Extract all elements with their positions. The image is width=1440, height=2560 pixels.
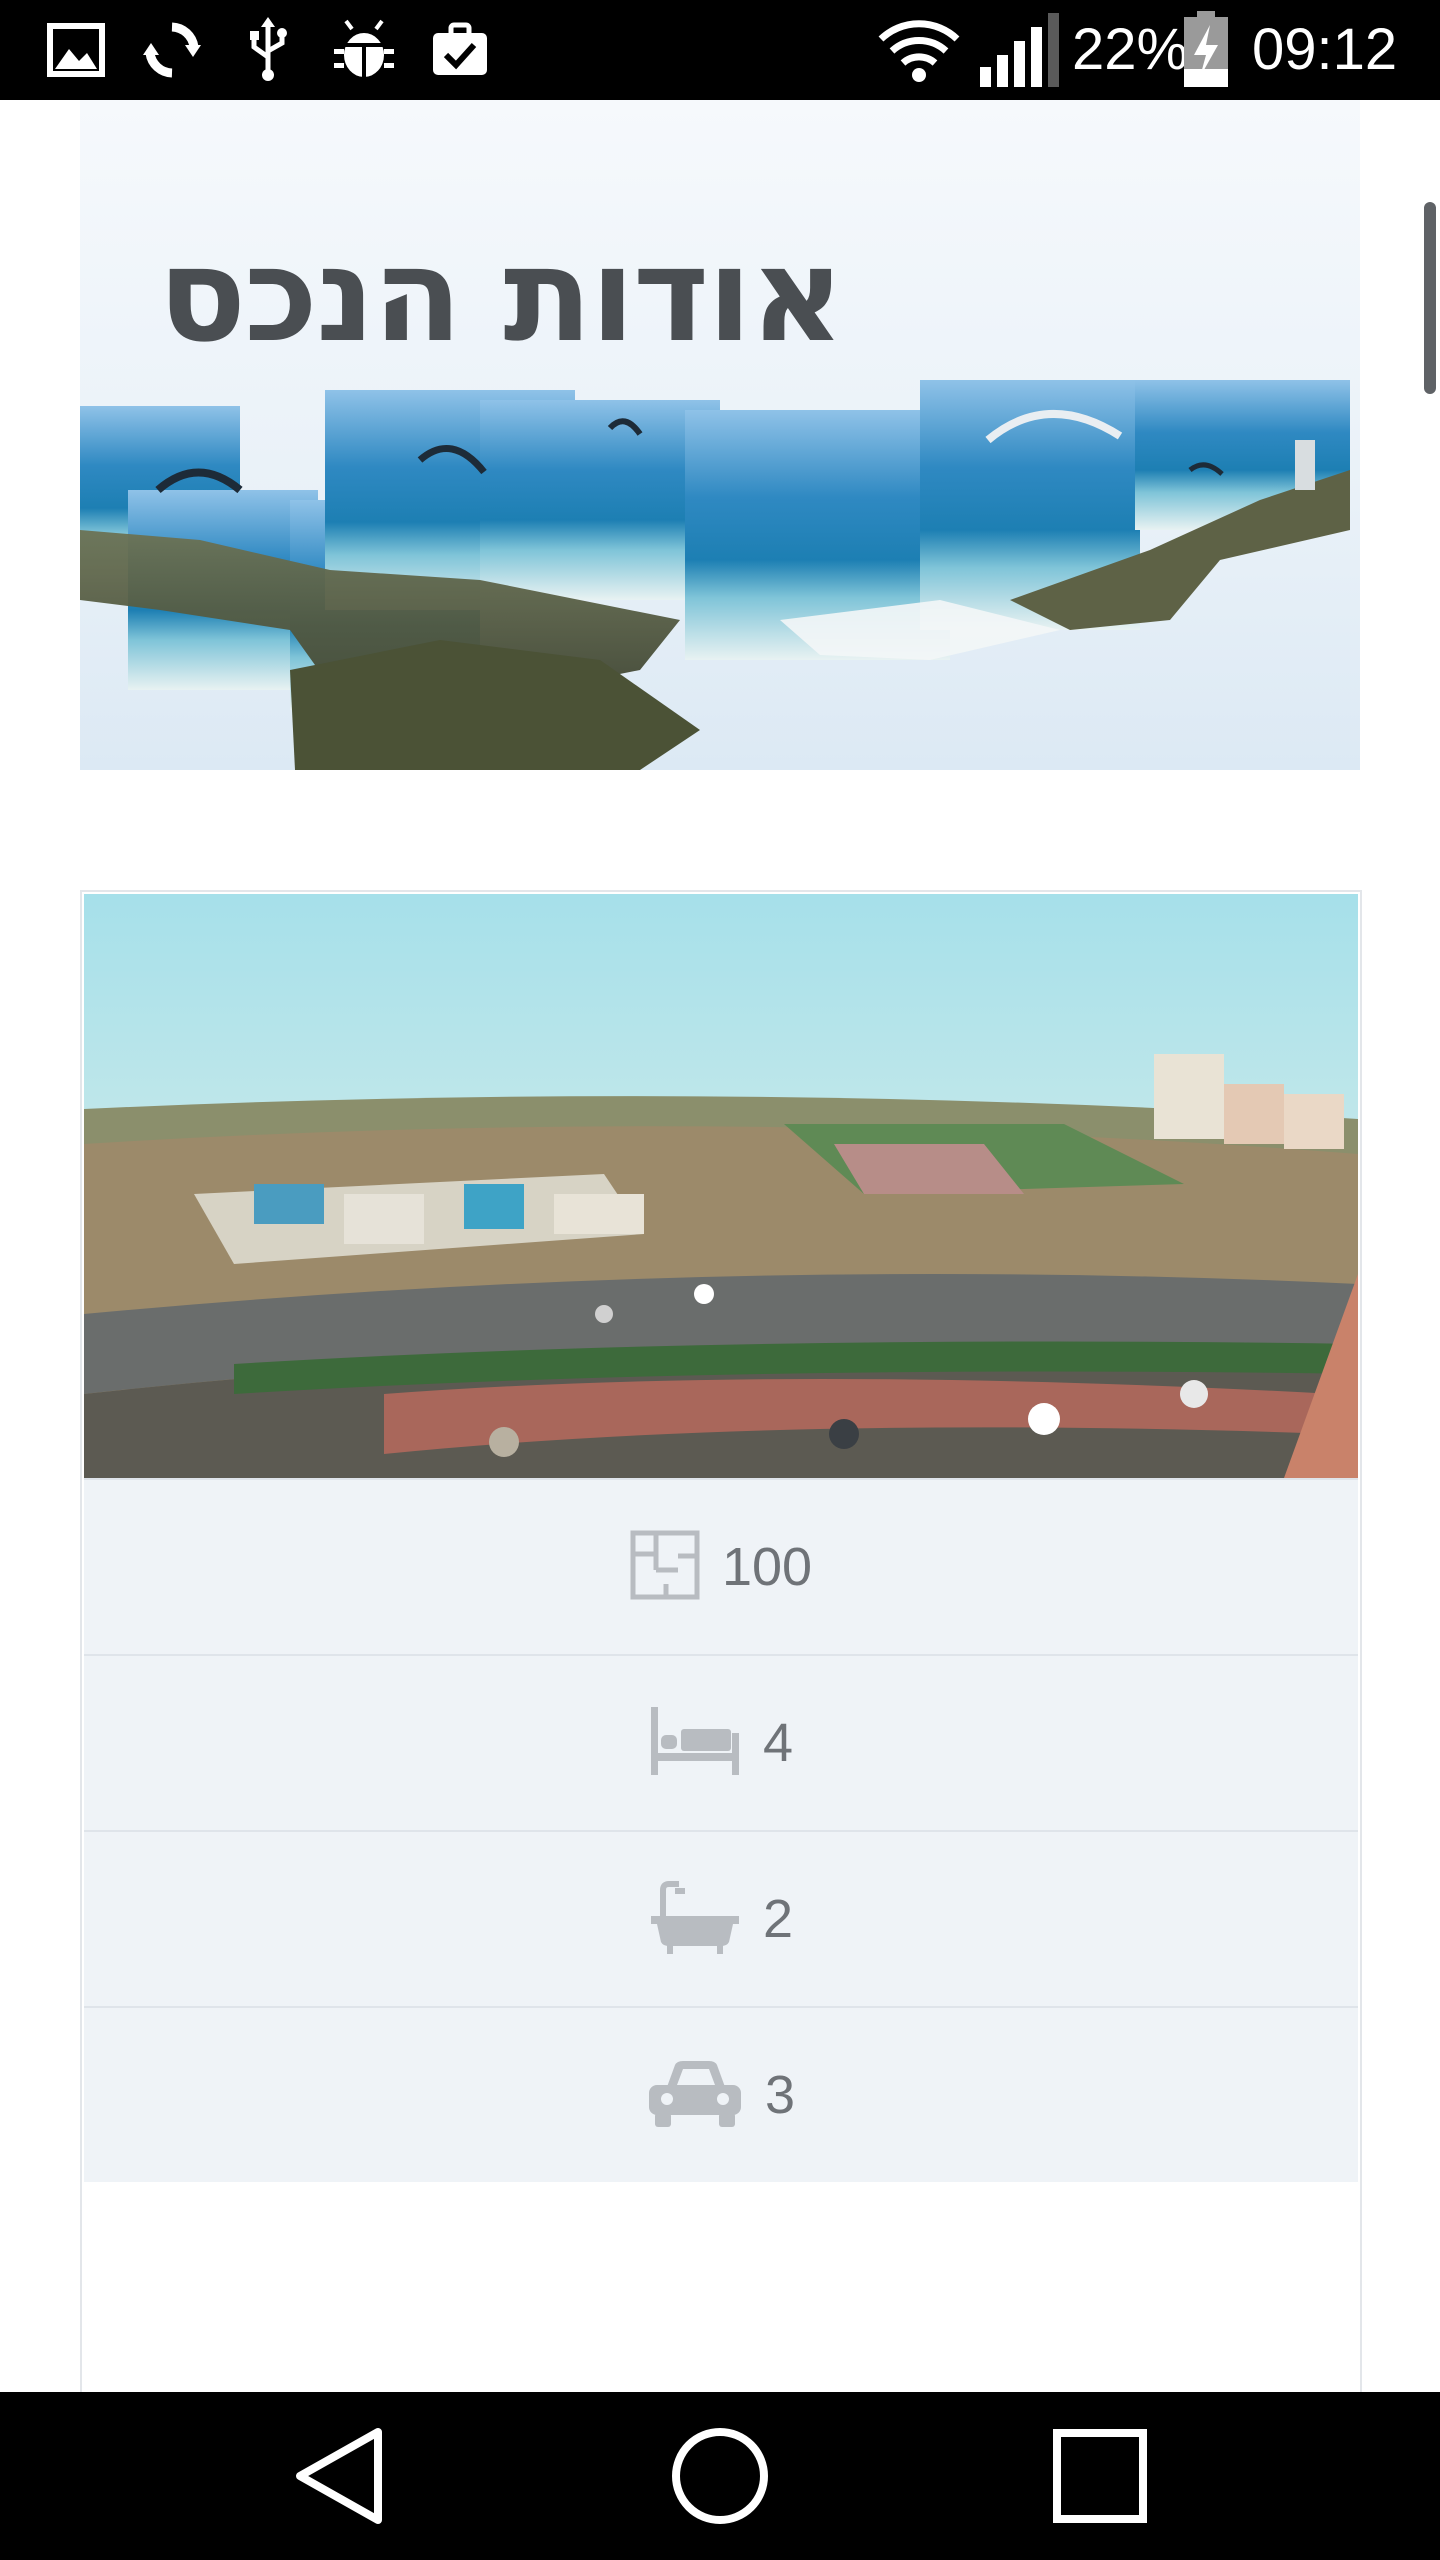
clock: 09:12 <box>1252 17 1398 82</box>
feature-bathrooms-row: 2 <box>84 1830 1358 2006</box>
feature-parking-row: 3 <box>84 2006 1358 2182</box>
page-title: אודות הנכס <box>158 219 845 371</box>
recents-icon[interactable] <box>1050 2426 1150 2526</box>
floor-plan-icon <box>630 1530 700 1605</box>
sync-icon <box>136 14 208 86</box>
battery-charging-icon <box>1176 11 1236 87</box>
bedrooms-value: 4 <box>762 1713 794 1773</box>
bed-icon <box>649 1705 741 1782</box>
feature-area-row: 100 <box>84 1478 1358 1654</box>
signal-icon <box>974 13 1064 87</box>
beach-collage-image <box>80 380 1350 770</box>
parking-value: 3 <box>764 2065 796 2125</box>
android-debug-icon <box>328 14 400 86</box>
home-icon[interactable] <box>670 2426 770 2526</box>
scrollbar-thumb[interactable] <box>1424 202 1436 394</box>
usb-icon <box>232 14 304 86</box>
battery-percent: 22% <box>1072 17 1189 82</box>
feature-bedrooms-row: 4 <box>84 1654 1358 1830</box>
property-card: 100 4 2 3 <box>80 890 1362 2392</box>
hero-banner: אודות הנכס <box>80 100 1360 770</box>
page-content[interactable]: אודות הנכס 100 4 2 3 <box>0 100 1440 2392</box>
car-icon <box>647 2057 743 2134</box>
clipboard-check-icon <box>424 14 496 86</box>
status-bar: 22% 09:12 <box>0 0 1440 100</box>
bathtub-icon <box>649 1880 741 1959</box>
back-icon[interactable] <box>290 2426 390 2526</box>
wifi-icon <box>876 14 962 86</box>
navigation-bar <box>0 2392 1440 2560</box>
gallery-icon <box>40 14 112 86</box>
area-value: 100 <box>721 1537 813 1597</box>
property-aerial-photo <box>84 894 1358 1478</box>
bathrooms-value: 2 <box>762 1889 794 1949</box>
